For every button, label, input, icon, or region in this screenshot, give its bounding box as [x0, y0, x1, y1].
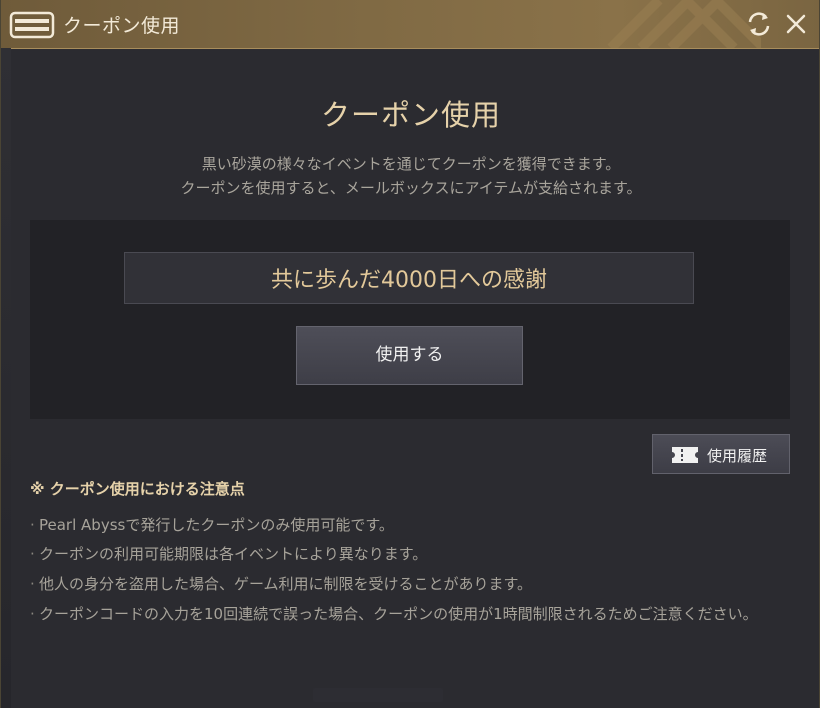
faded-footer	[313, 688, 443, 702]
notes-title: ※ クーポン使用における注意点	[30, 480, 245, 498]
description-line-2: クーポンを使用すると、メールボックスにアイテムが支給されます。	[180, 179, 642, 197]
coupon-window: クーポン使用 クーポン使用 黒い砂漠の様々なイベントを通じてクーポンを獲得できま…	[0, 0, 820, 708]
usage-history-button[interactable]: 使用履歴	[652, 434, 790, 474]
title-bar-decoration	[607, 0, 761, 48]
note-item: · 他人の身分を盗用した場合、ゲーム利用に制限を受けることがあります。	[30, 571, 780, 598]
close-icon[interactable]	[783, 10, 809, 38]
left-edge	[1, 48, 11, 708]
page-title: クーポン使用	[320, 98, 501, 132]
ticket-icon	[672, 447, 698, 463]
use-coupon-button[interactable]: 使用する	[296, 326, 523, 385]
usage-history-label: 使用履歴	[707, 447, 768, 465]
note-bullet: ·	[30, 605, 35, 623]
note-text: クーポンの利用可能期限は各イベントにより異なります。	[39, 545, 428, 563]
note-bullet: ·	[30, 516, 35, 534]
note-item: · クーポンの利用可能期限は各イベントにより異なります。	[30, 541, 780, 568]
note-bullet: ·	[30, 575, 35, 593]
note-text: 他人の身分を盗用した場合、ゲーム利用に制限を受けることがあります。	[39, 575, 533, 593]
note-text: クーポンコードの入力を10回連続で誤った場合、クーポンの使用が1時間制限されるた…	[39, 605, 758, 623]
refresh-icon[interactable]	[745, 10, 773, 38]
note-text: Pearl Abyssで発行したクーポンのみ使用可能です。	[39, 516, 394, 534]
note-bullet: ·	[30, 545, 35, 563]
description-line-1: 黒い砂漠の様々なイベントを通じてクーポンを獲得できます。	[201, 155, 621, 173]
coupon-code-input[interactable]	[124, 252, 694, 304]
note-item: · クーポンコードの入力を10回連続で誤った場合、クーポンの使用が1時間制限される…	[30, 601, 780, 628]
coupon-card-icon	[9, 11, 55, 39]
coupon-panel	[30, 220, 790, 419]
window-title: クーポン使用	[63, 15, 181, 37]
title-bar: クーポン使用	[1, 0, 819, 49]
note-item: · Pearl Abyssで発行したクーポンのみ使用可能です。	[30, 512, 780, 539]
